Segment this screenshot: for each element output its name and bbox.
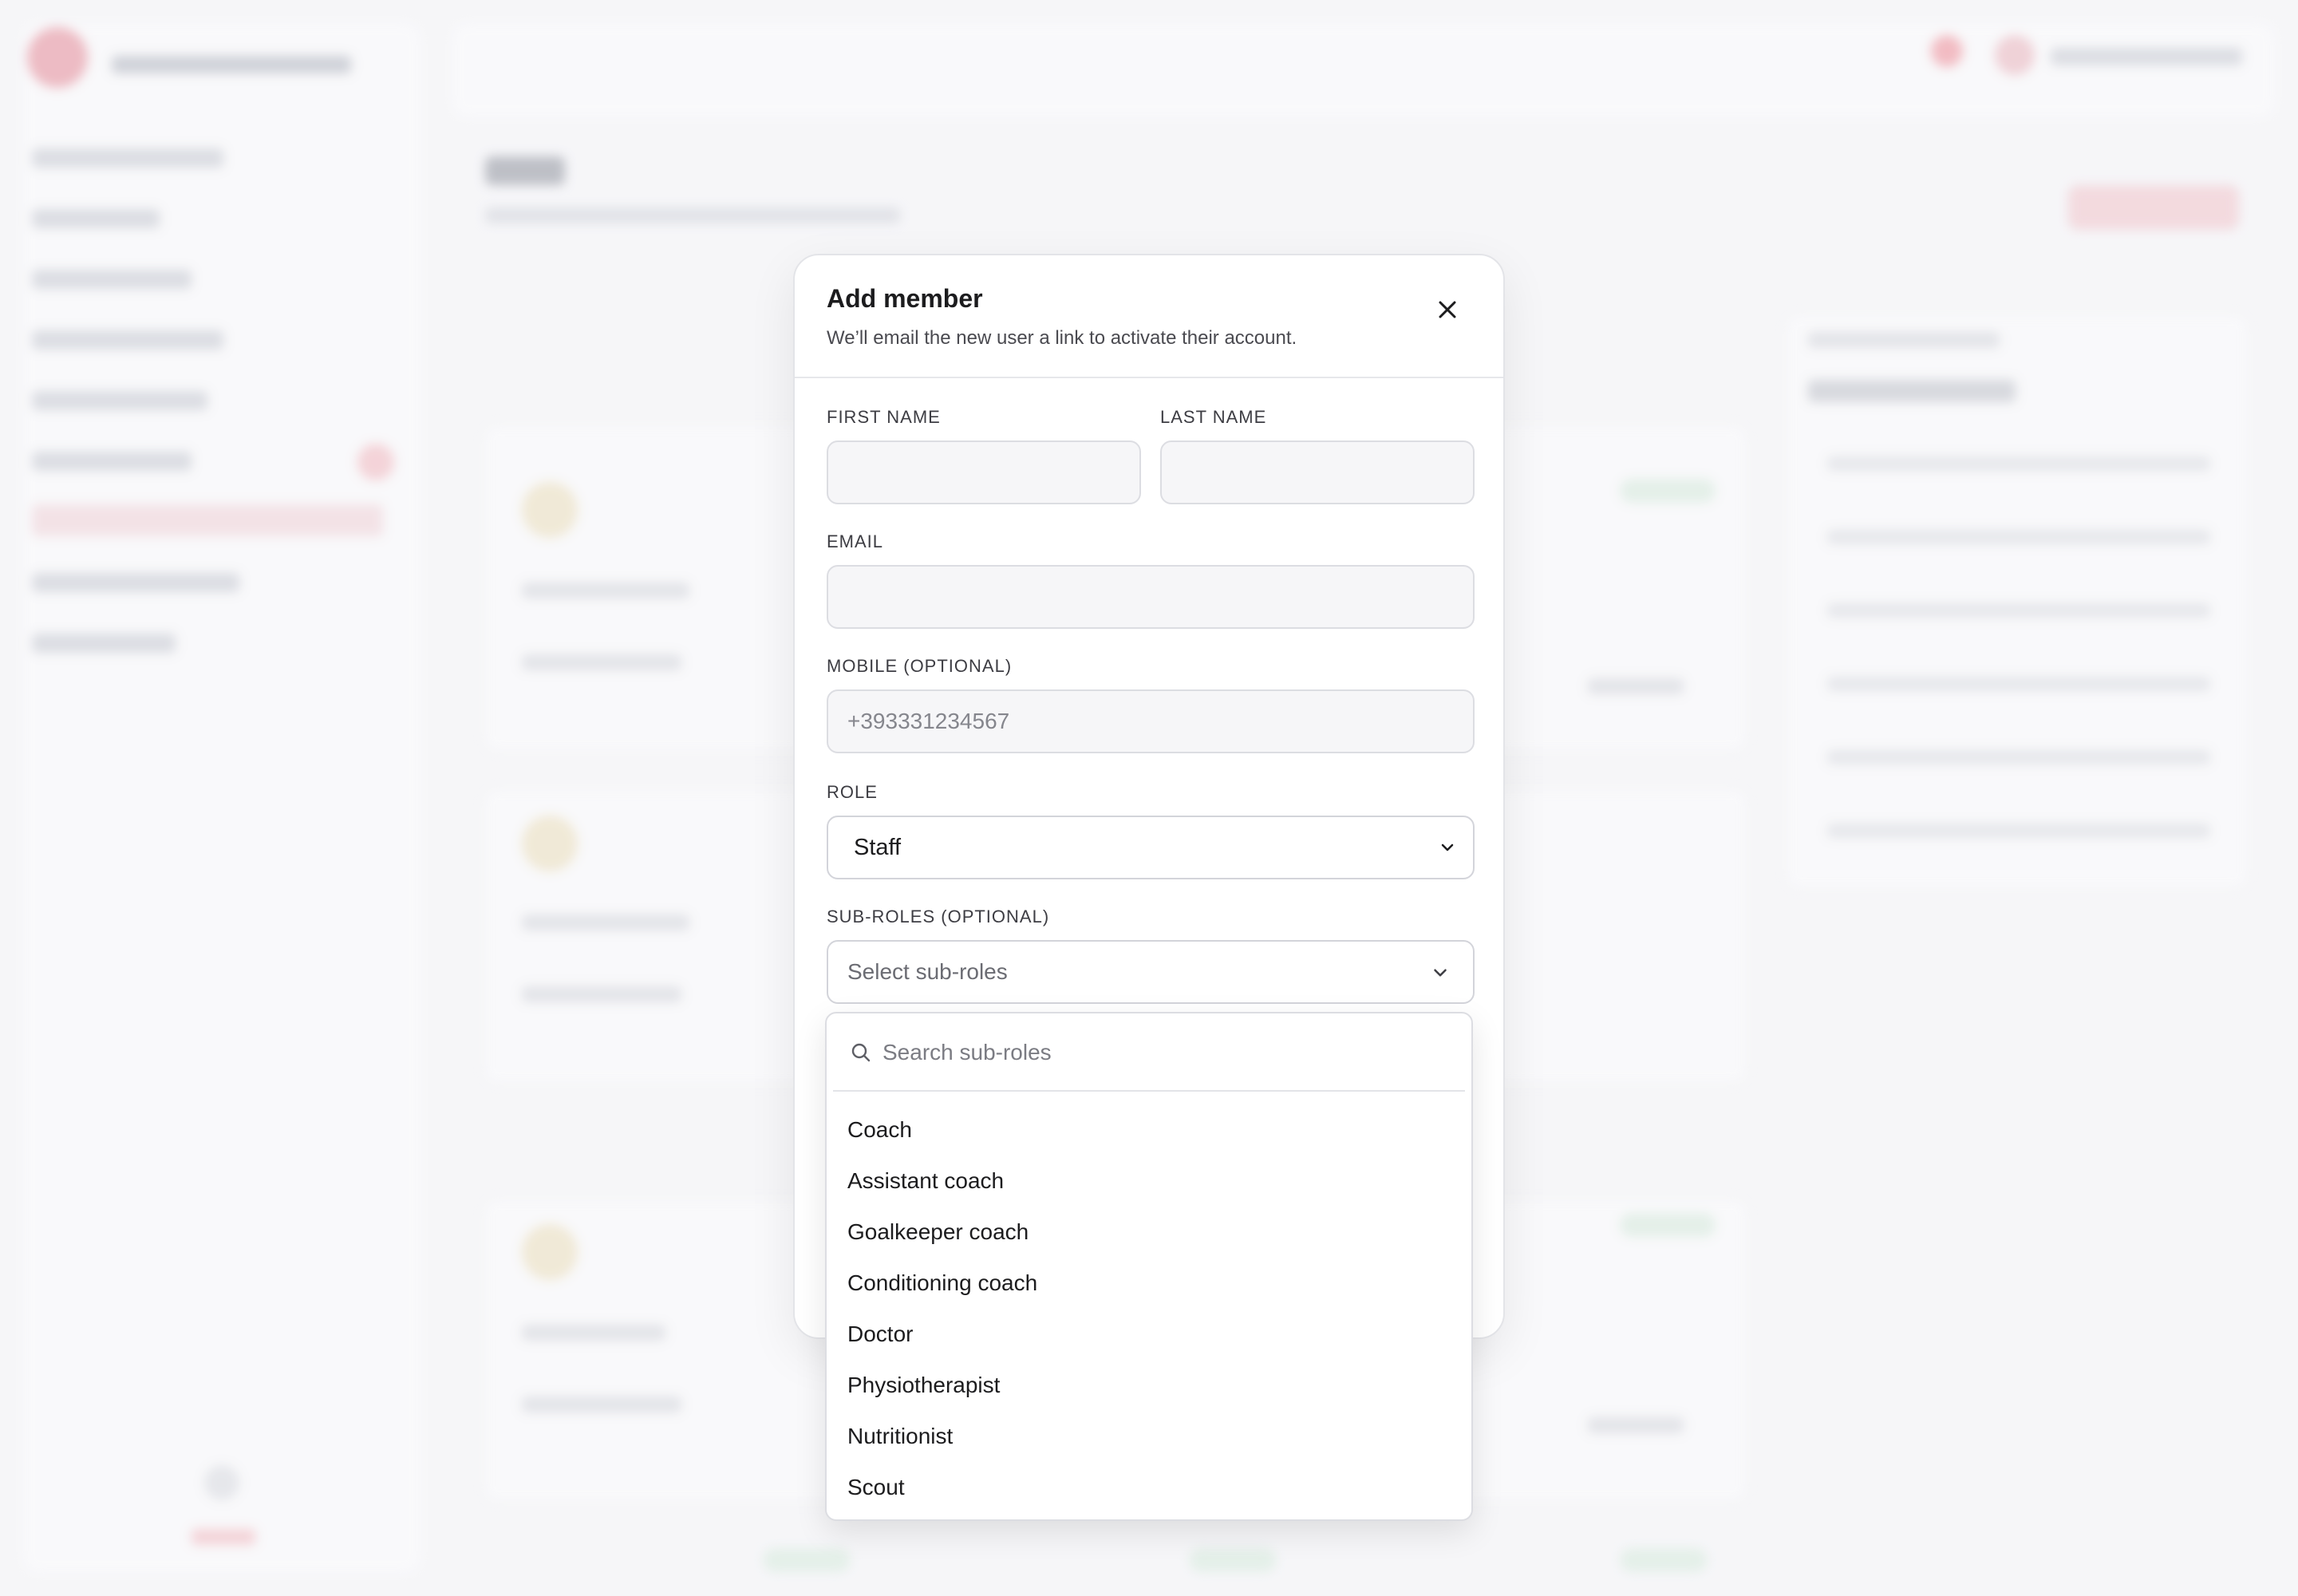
close-icon (1439, 301, 1456, 318)
mobile-label: MOBILE (OPTIONAL) (827, 656, 1013, 676)
chevron-down-icon (1434, 969, 1447, 977)
sub-role-option-assistant-coach[interactable]: Assistant coach (827, 1156, 1471, 1207)
chevron-down-icon (1441, 843, 1454, 851)
close-button[interactable] (1425, 287, 1470, 332)
role-label: ROLE (827, 782, 878, 802)
email-field[interactable] (827, 565, 1475, 629)
email-label: EMAIL (827, 531, 884, 551)
sub-roles-search-input[interactable] (881, 1031, 1443, 1074)
mobile-field[interactable] (827, 689, 1475, 753)
sub-role-option-doctor[interactable]: Doctor (827, 1309, 1471, 1360)
last-name-input[interactable] (1160, 440, 1475, 504)
modal-subtitle: We’ll email the new user a link to activ… (827, 327, 1297, 349)
sub-roles-search (833, 1013, 1465, 1092)
sub-roles-placeholder: Select sub-roles (847, 959, 1008, 984)
last-name-label: LAST NAME (1160, 407, 1267, 427)
first-name-input[interactable] (827, 440, 1141, 504)
header-divider (795, 377, 1503, 378)
sub-roles-label: SUB-ROLES (OPTIONAL) (827, 907, 1050, 926)
sub-role-option-goalkeeper-coach[interactable]: Goalkeeper coach (827, 1207, 1471, 1258)
sub-roles-select[interactable]: Select sub-roles (827, 940, 1475, 1004)
sub-role-option-nutritionist[interactable]: Nutritionist (827, 1411, 1471, 1462)
sub-role-option-scout[interactable]: Scout (827, 1462, 1471, 1513)
role-select[interactable]: Staff (827, 816, 1475, 879)
search-icon (851, 1043, 871, 1062)
sub-role-option-physiotherapist[interactable]: Physiotherapist (827, 1360, 1471, 1411)
role-selected-value: Staff (854, 834, 902, 860)
modal-title: Add member (827, 284, 983, 313)
first-name-label: FIRST NAME (827, 407, 941, 427)
sub-role-option-conditioning-coach[interactable]: Conditioning coach (827, 1258, 1471, 1309)
sub-role-option-coach[interactable]: Coach (827, 1104, 1471, 1156)
sub-roles-dropdown: Coach Assistant coach Goalkeeper coach C… (825, 1012, 1473, 1521)
sub-roles-options: Coach Assistant coach Goalkeeper coach C… (827, 1104, 1471, 1513)
